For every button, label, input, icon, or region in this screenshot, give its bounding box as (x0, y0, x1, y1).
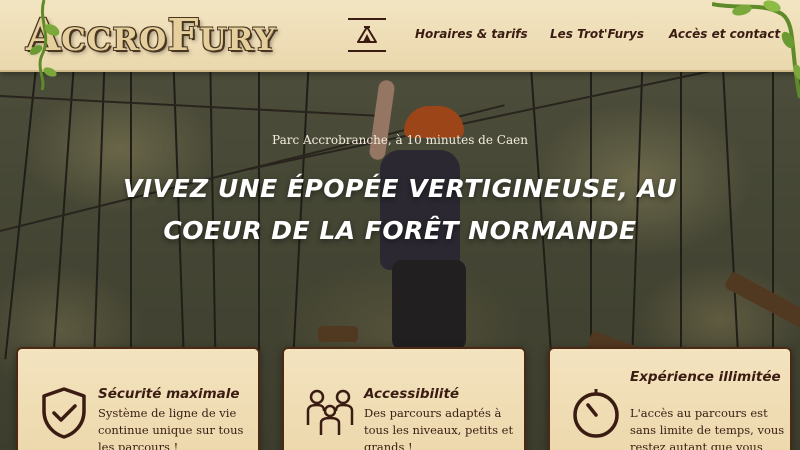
feature-title: Sécurité maximale (98, 386, 240, 402)
nav-link-horaires-tarifs[interactable]: Horaires & tarifs (415, 27, 528, 41)
feature-text: Système de ligne de vie continue unique … (98, 406, 244, 450)
feature-card-securite: Sécurité maximale Système de ligne de vi… (16, 347, 260, 450)
nav-home-button[interactable] (348, 18, 386, 52)
site-header: AccroFury Horaires & tarifs Les Trot'Fur… (0, 0, 800, 99)
tent-icon (357, 26, 377, 43)
shield-check-icon (42, 387, 86, 439)
feature-card-experience: Expérience illimitée L'accès au parcours… (548, 347, 792, 450)
vine-decoration-left-icon (30, 0, 60, 90)
vine-decoration-right-icon (712, 0, 800, 99)
feature-title: Accessibilité (364, 386, 460, 402)
feature-title: Expérience illimitée (630, 369, 781, 385)
family-icon (306, 389, 354, 435)
feature-text: L'accès au parcours est sans limite de t… (630, 406, 785, 450)
hero-title: VIVEZ UNE ÉPOPÉE VERTIGINEUSE, AU COEUR … (122, 174, 678, 245)
hero-tagline: Parc Accrobranche, à 10 minutes de Caen (272, 133, 528, 147)
feature-text: Des parcours adaptés à tous les niveaux,… (364, 406, 514, 450)
timer-icon (573, 389, 619, 438)
nav-link-trot-furys[interactable]: Les Trot'Furys (550, 27, 644, 41)
feature-card-accessibilite: Accessibilité Des parcours adaptés à tou… (282, 347, 526, 450)
